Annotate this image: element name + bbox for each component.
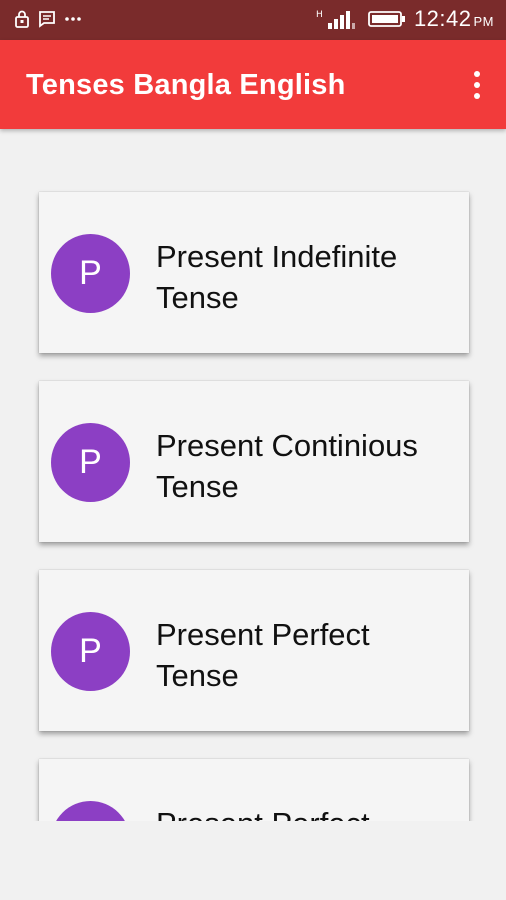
- lock-notification-icon: [15, 10, 29, 28]
- clock-ampm: PM: [473, 14, 494, 29]
- signal-icon: H: [316, 10, 355, 29]
- tense-card[interactable]: P Present Indefinite Tense: [39, 192, 469, 353]
- app-title: Tenses Bangla English: [26, 69, 346, 101]
- overflow-dot: [474, 71, 480, 77]
- clock-time: 12:42: [413, 6, 472, 31]
- tense-card[interactable]: P Present Perfect: [39, 759, 469, 821]
- network-type-label: H: [316, 10, 323, 20]
- tense-card[interactable]: P Present Perfect Tense: [39, 570, 469, 731]
- tense-title: Present Indefinite Tense: [156, 239, 398, 315]
- letter-avatar: P: [51, 234, 130, 313]
- app-bar: Tenses Bangla English: [0, 40, 506, 129]
- letter-avatar: P: [51, 423, 130, 502]
- more-notifications-icon: [65, 17, 81, 21]
- tense-title: Present Perfect Tense: [156, 617, 370, 693]
- notification-icons: [14, 10, 82, 28]
- system-icons: H 12:42 PM: [316, 6, 494, 32]
- battery-icon: [368, 11, 405, 27]
- status-bar: H 12:42 PM: [0, 0, 506, 40]
- letter-avatar: P: [51, 612, 130, 691]
- message-icon: [39, 11, 55, 28]
- clock: 12:42 PM: [414, 6, 494, 32]
- tense-title: Present Continious Tense: [156, 428, 418, 504]
- letter-avatar: P: [51, 801, 130, 821]
- overflow-dot: [474, 93, 480, 99]
- tense-card[interactable]: P Present Continious Tense: [39, 381, 469, 542]
- tense-list[interactable]: P Present Indefinite Tense P Present Con…: [0, 129, 506, 821]
- overflow-menu-icon[interactable]: [470, 71, 484, 99]
- overflow-dot: [474, 82, 480, 88]
- tense-title: Present Perfect: [156, 803, 456, 821]
